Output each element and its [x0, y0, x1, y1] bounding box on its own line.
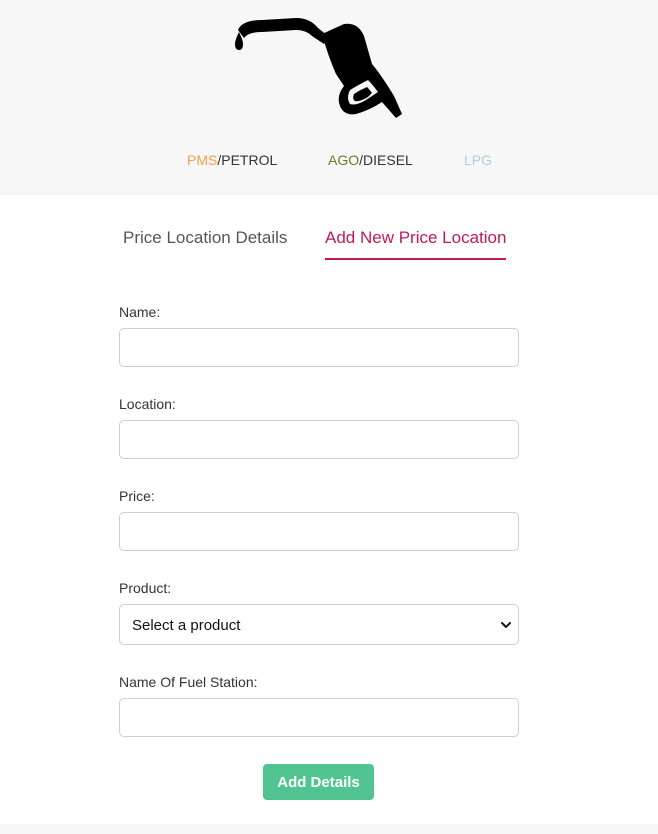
price-label: Price: — [119, 488, 155, 504]
fuel-type-nav: PMS/PETROL AGO/DIESEL LPG — [0, 152, 658, 172]
footer-band — [0, 824, 658, 834]
chevron-down-icon — [501, 622, 511, 628]
price-input[interactable] — [119, 512, 519, 551]
tab-add-new-price-location[interactable]: Add New Price Location — [325, 228, 507, 260]
fuel-name-petrol: /PETROL — [217, 152, 278, 168]
fuel-link-lpg[interactable]: LPG — [464, 152, 492, 168]
product-select[interactable]: Select a product — [119, 604, 519, 645]
fuel-link-ago-diesel[interactable]: AGO/DIESEL — [328, 152, 413, 168]
fuel-code-pms: PMS — [187, 152, 218, 168]
add-details-button[interactable]: Add Details — [263, 764, 374, 800]
fuel-name-diesel: /DIESEL — [359, 152, 413, 168]
fuel-pump-nozzle-icon — [235, 18, 402, 118]
name-label: Name: — [119, 304, 161, 320]
product-label: Product: — [119, 580, 172, 596]
location-input[interactable] — [119, 420, 519, 459]
fuel-code-lpg: LPG — [464, 152, 493, 168]
fuel-station-input[interactable] — [119, 698, 519, 737]
tab-price-location-details[interactable]: Price Location Details — [123, 228, 287, 258]
fuel-link-pms-petrol[interactable]: PMS/PETROL — [187, 152, 277, 168]
product-select-value: Select a product — [132, 617, 241, 634]
tab-bar: Price Location Details Add New Price Loc… — [0, 228, 658, 264]
fuel-code-ago: AGO — [328, 152, 360, 168]
header: PMS/PETROL AGO/DIESEL LPG — [0, 0, 658, 195]
location-label: Location: — [119, 396, 176, 412]
name-input[interactable] — [119, 328, 519, 367]
fuel-station-label: Name Of Fuel Station: — [119, 674, 258, 690]
